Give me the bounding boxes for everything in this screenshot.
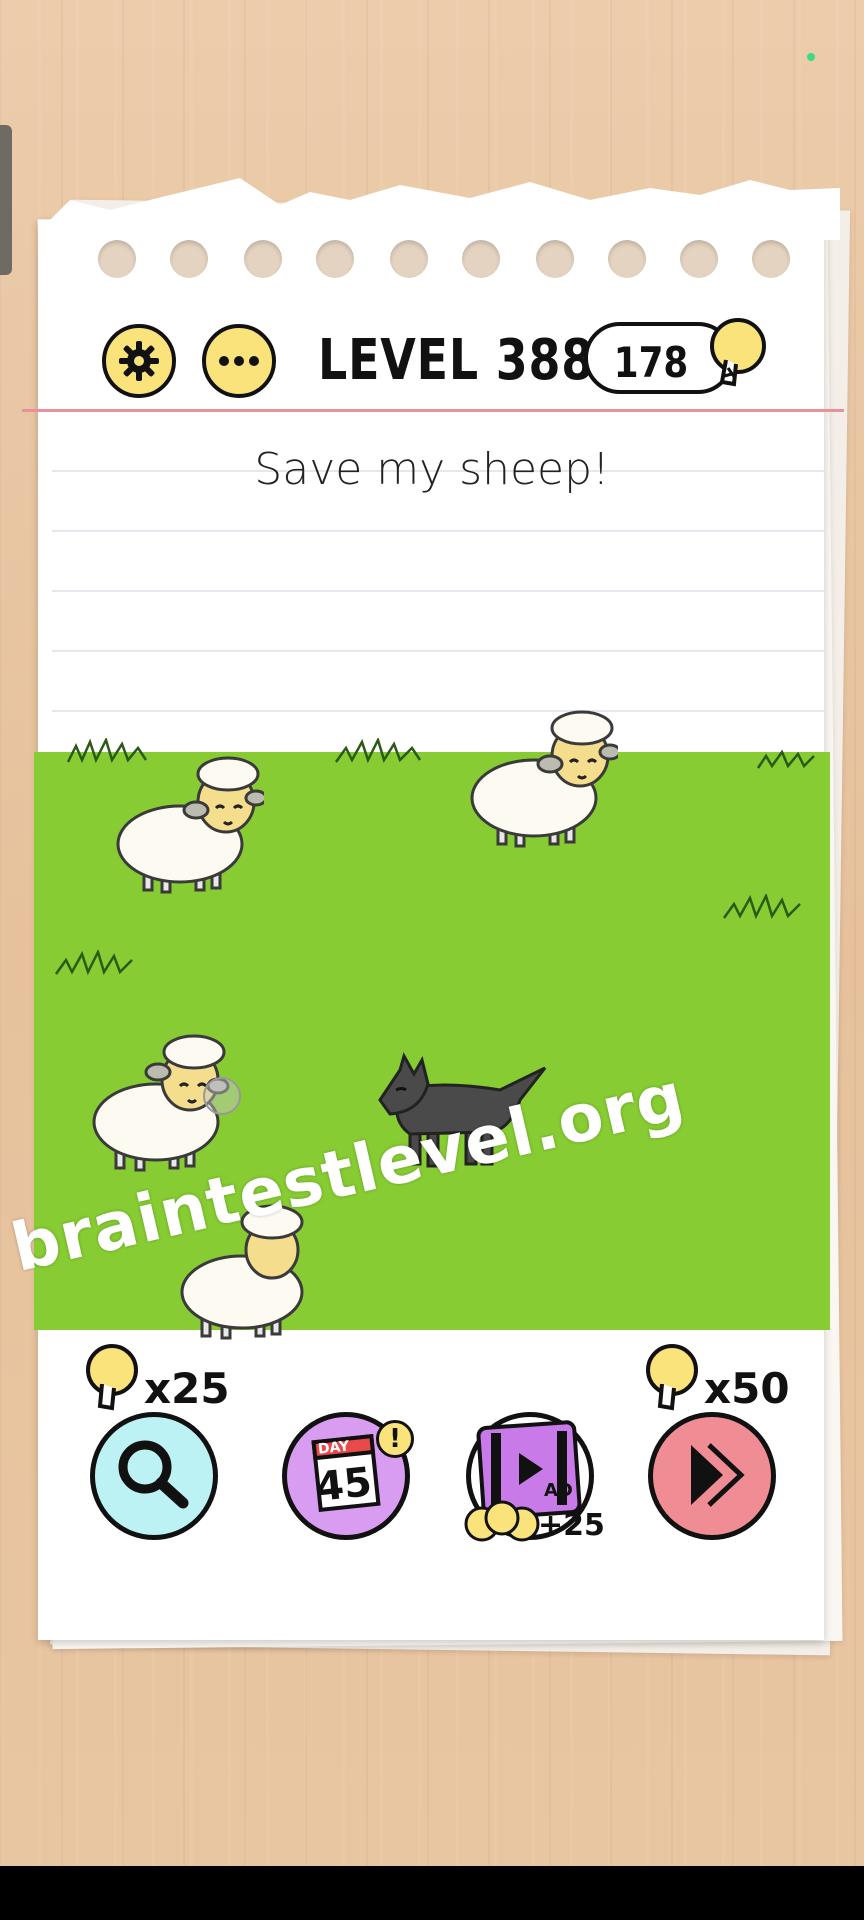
- grass-tuft: [334, 738, 422, 764]
- level-title: LEVEL 388: [318, 328, 595, 393]
- lightbulb-icon: [710, 318, 766, 387]
- ad-label: AD: [544, 1480, 573, 1501]
- calendar-day: 45: [313, 1459, 374, 1511]
- ad-reward: +25: [538, 1508, 605, 1543]
- more-button[interactable]: [202, 324, 276, 398]
- binder-hole: [680, 240, 718, 278]
- coin-count: 178: [613, 338, 689, 387]
- calendar-label: DAY: [317, 1438, 351, 1458]
- torn-paper-edge: [50, 178, 840, 240]
- lightbulb-cluster-icon: [464, 1500, 540, 1542]
- grass-tuft: [722, 894, 801, 920]
- binder-hole: [752, 240, 790, 278]
- skip-icon: [691, 1443, 745, 1507]
- sheep[interactable]: [86, 1030, 246, 1178]
- notification-badge: !: [376, 1420, 414, 1458]
- hint-cost: x25: [144, 1364, 230, 1413]
- hint-button[interactable]: [90, 1412, 218, 1540]
- system-navigation-bar: [0, 1866, 864, 1920]
- binder-hole: [536, 240, 574, 278]
- skip-cost: x50: [704, 1364, 790, 1413]
- binder-hole: [244, 240, 282, 278]
- binder-hole: [608, 240, 646, 278]
- skip-level-button[interactable]: [648, 1412, 776, 1540]
- binder-hole: [390, 240, 428, 278]
- lightbulb-icon: [86, 1344, 138, 1411]
- binder-hole: [316, 240, 354, 278]
- margin-line: [22, 409, 844, 412]
- sheep[interactable]: [104, 752, 264, 900]
- binder-hole: [462, 240, 500, 278]
- magnifier-icon: [118, 1440, 189, 1509]
- status-dot: [807, 53, 815, 61]
- grass-tuft: [756, 749, 815, 769]
- sheep[interactable]: [458, 706, 618, 854]
- settings-button[interactable]: [102, 324, 176, 398]
- level-prompt: Save my sheep!: [254, 444, 610, 495]
- more-icon: [219, 356, 259, 366]
- lightbulb-icon: [646, 1344, 698, 1411]
- binder-hole: [170, 240, 208, 278]
- grass-tuft: [54, 950, 133, 976]
- edge-handle[interactable]: [0, 125, 12, 275]
- binder-hole: [98, 240, 136, 278]
- gear-icon: [119, 341, 159, 381]
